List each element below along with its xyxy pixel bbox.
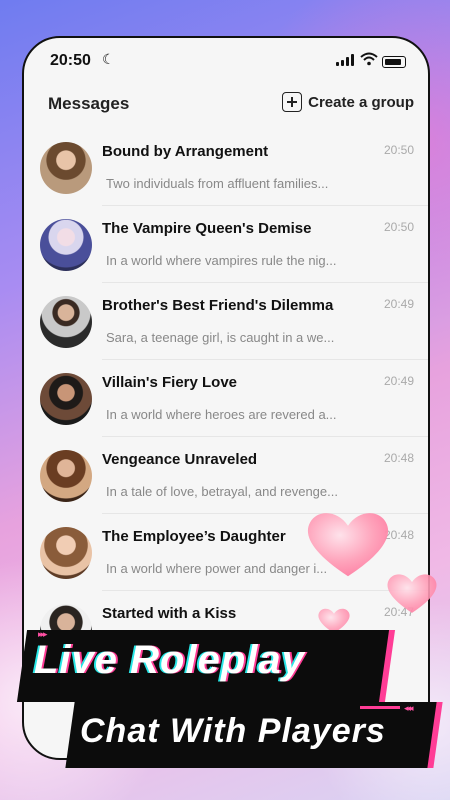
- chat-row[interactable]: Brother's Best Friend's Dilemma 20:49 Sa…: [24, 283, 428, 360]
- chat-preview: In a tale of love, betrayal, and revenge…: [106, 484, 338, 499]
- avatar: [40, 373, 92, 425]
- avatar: [40, 219, 92, 271]
- promo-subheadline: Chat With Players: [80, 712, 386, 750]
- chat-time: 20:49: [383, 297, 414, 311]
- battery-icon: [382, 56, 406, 68]
- chat-row[interactable]: Bound by Arrangement 20:50 Two individua…: [24, 129, 428, 206]
- chat-preview: In a world where vampires rule the nig..…: [106, 253, 337, 268]
- chat-name: Villain's Fiery Love: [102, 374, 238, 391]
- chat-name: Started with a Kiss: [102, 605, 237, 622]
- signal-icon: [336, 54, 356, 66]
- arrows-icon: ◂◂◂: [404, 703, 413, 713]
- chat-preview: In a world where heroes are revered a...: [106, 407, 337, 422]
- chat-time: 20:48: [383, 451, 414, 465]
- chat-list: Bound by Arrangement 20:50 Two individua…: [24, 129, 428, 668]
- status-bar: 20:50 ☾: [24, 38, 428, 82]
- avatar: [40, 296, 92, 348]
- chat-name: Vengeance Unraveled: [102, 451, 258, 468]
- heart-icon: [387, 574, 437, 613]
- moon-icon: ☾: [102, 51, 115, 67]
- avatar: [40, 450, 92, 502]
- chat-row[interactable]: Vengeance Unraveled 20:48 In a tale of l…: [24, 437, 428, 514]
- chat-name: The Employee’s Daughter: [102, 528, 286, 545]
- header: Messages Create a group: [24, 88, 428, 118]
- chat-name: Brother's Best Friend's Dilemma: [102, 297, 334, 314]
- accent-line: [360, 706, 400, 709]
- chat-name: The Vampire Queen's Demise: [102, 220, 312, 237]
- chat-name: Bound by Arrangement: [102, 143, 269, 160]
- add-group-icon: [282, 92, 303, 112]
- create-group-button[interactable]: Create a group: [282, 92, 414, 112]
- chat-time: 20:49: [383, 374, 414, 388]
- chat-row[interactable]: The Vampire Queen's Demise 20:50 In a wo…: [24, 206, 428, 283]
- status-time: 20:50: [50, 52, 91, 69]
- chat-row[interactable]: Villain's Fiery Love 20:49 In a world wh…: [24, 360, 428, 437]
- chat-preview: Sara, a teenage girl, is caught in a we.…: [106, 330, 335, 345]
- chat-time: 20:50: [383, 220, 414, 234]
- page-title: Messages: [48, 94, 130, 113]
- wifi-icon: [360, 52, 378, 66]
- heart-icon: [307, 513, 389, 577]
- avatar: [40, 527, 92, 579]
- avatar: [40, 142, 92, 194]
- promo-headline: Live Roleplay: [34, 638, 305, 682]
- chat-preview: Two individuals from affluent families..…: [106, 176, 329, 191]
- chat-time: 20:50: [383, 143, 414, 157]
- create-group-label: Create a group: [308, 93, 414, 111]
